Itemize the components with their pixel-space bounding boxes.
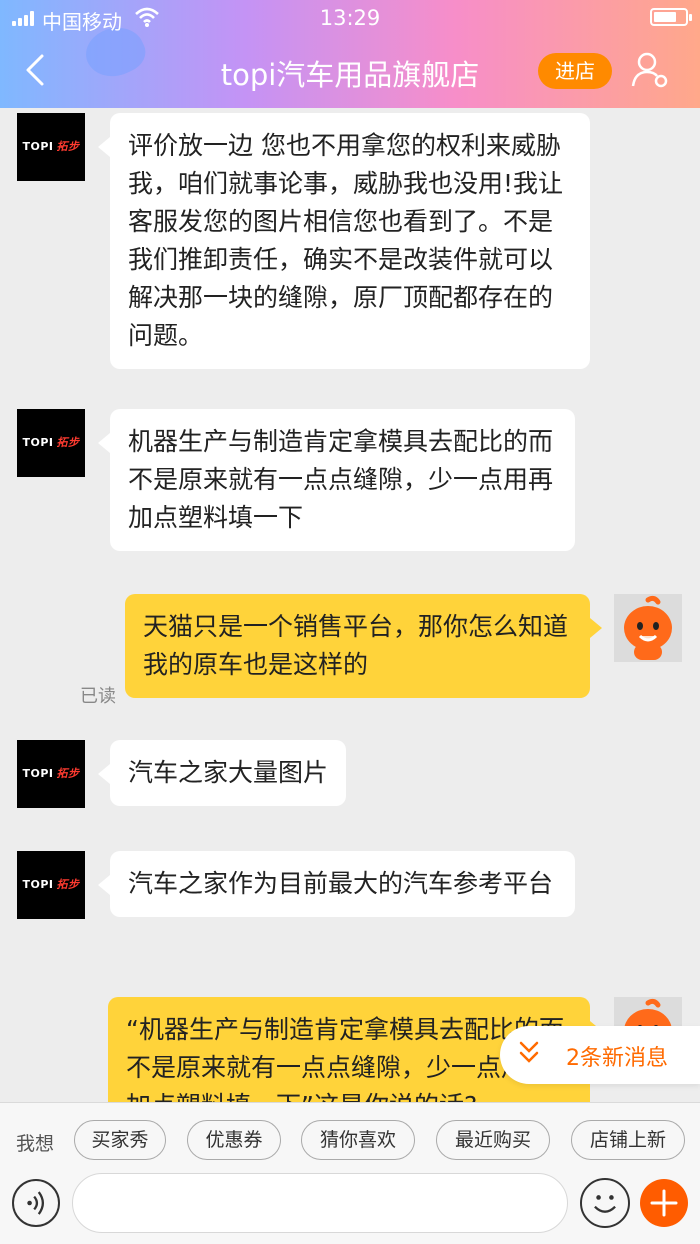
shop-avatar[interactable]: TOPI 拓步 [17, 409, 85, 477]
message-bubble[interactable]: 汽车之家作为目前最大的汽车参考平台 [98, 851, 575, 917]
new-messages-label: 2条新消息 [566, 1046, 668, 1071]
message-bubble[interactable]: 机器生产与制造肯定拿模具去配比的而不是原来就有一点点缝隙，少一点用再加点塑料填一… [98, 409, 575, 551]
message-bubble[interactable]: 评价放一边 您也不用拿您的权利来威胁我，咱们就事论事，威胁我也没用!我让客服发您… [98, 113, 590, 369]
plus-icon[interactable] [640, 1179, 688, 1227]
battery-icon [650, 8, 692, 26]
my-avatar[interactable] [614, 594, 682, 662]
message-input[interactable] [72, 1173, 568, 1233]
voice-icon[interactable] [12, 1179, 60, 1227]
shop-avatar[interactable]: TOPI 拓步 [17, 740, 85, 808]
message-bubble[interactable]: 汽车之家大量图片 [97, 740, 347, 806]
input-area: 我想 买家秀 优惠券 猜你喜欢 最近购买 店铺上新 [0, 1102, 700, 1244]
clock: 13:29 [319, 6, 381, 30]
message-list[interactable]: TOPI 拓步 评价放一边 您也不用拿您的权利来威胁我，咱们就事论事，威胁我也没用… [0, 108, 700, 1102]
back-icon[interactable] [18, 52, 54, 88]
new-messages-button[interactable]: 2条新消息 [500, 1026, 700, 1084]
read-status: 已读 [80, 686, 116, 707]
double-chevron-down-icon [519, 1041, 539, 1063]
mascot-icon [614, 594, 682, 662]
chip-recommendations[interactable]: 猜你喜欢 [301, 1120, 415, 1160]
chip-recent-purchases[interactable]: 最近购买 [436, 1120, 550, 1160]
shop-avatar[interactable]: TOPI 拓步 [17, 113, 85, 181]
quick-bar-label: 我想 [16, 1133, 55, 1155]
chip-new-arrivals[interactable]: 店铺上新 [571, 1120, 685, 1160]
emoji-icon[interactable] [580, 1178, 630, 1228]
user-settings-icon[interactable] [630, 50, 670, 90]
status-bar: 中国移动 13:29 [0, 0, 700, 36]
chip-buyer-show[interactable]: 买家秀 [74, 1120, 166, 1160]
enter-store-button[interactable]: 进店 [538, 53, 612, 89]
my-message-bubble[interactable]: 天猫只是一个销售平台，那你怎么知道我的原车也是这样的 [125, 594, 602, 698]
page-title: topi汽车用品旗舰店 [220, 58, 480, 92]
shop-avatar[interactable]: TOPI 拓步 [17, 851, 85, 919]
chip-coupons[interactable]: 优惠券 [187, 1120, 281, 1160]
chat-header: 中国移动 13:29 topi汽车用品旗舰店 进店 [0, 0, 700, 108]
